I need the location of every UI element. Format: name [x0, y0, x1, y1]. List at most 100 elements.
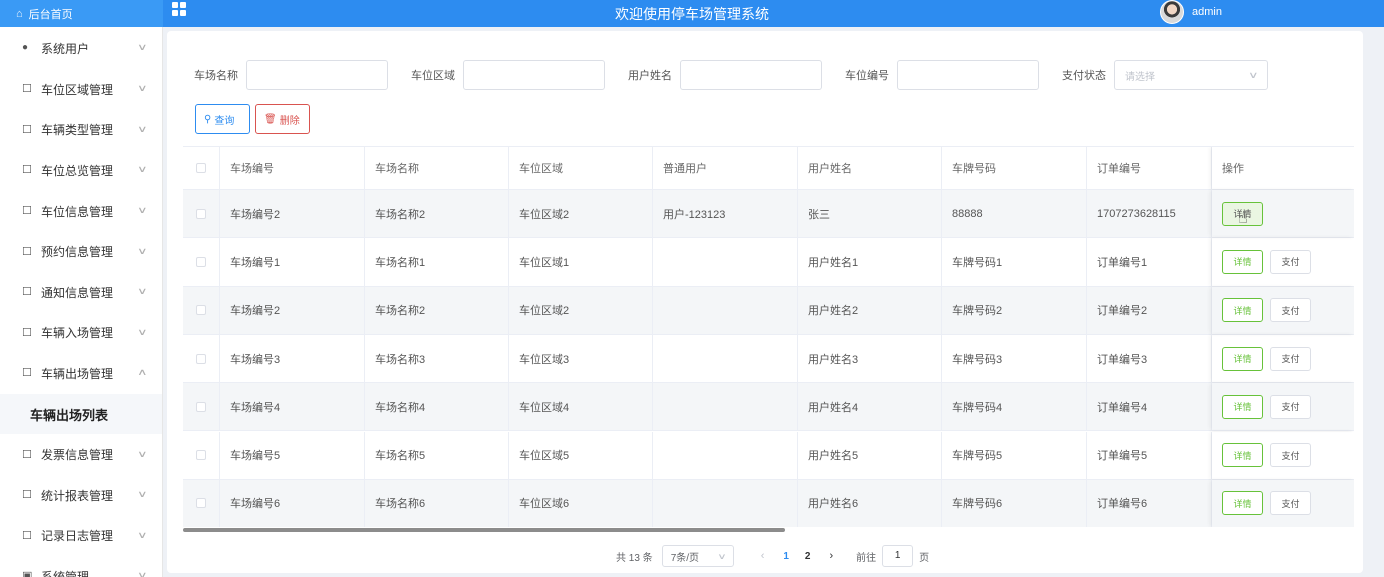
- sidebar-item[interactable]: ● 系统用户 ∨: [0, 27, 162, 69]
- sidebar-item[interactable]: 车辆出场列表: [0, 393, 162, 435]
- row-actions: 详情 支付: [1212, 335, 1354, 382]
- row-actions: 详情 支付: [1212, 383, 1354, 431]
- column-header[interactable]: 车场编号: [220, 147, 365, 189]
- page-number[interactable]: 1: [783, 551, 789, 562]
- menu-toggle-icon[interactable]: [172, 2, 186, 16]
- chevron-down-icon: ∨: [137, 529, 148, 540]
- table-cell: 车场编号4: [220, 383, 365, 431]
- sidebar-item-label: 车位总览管理: [41, 163, 114, 178]
- sidebar-item[interactable]: ☐ 发票信息管理 ∨: [0, 434, 162, 475]
- chevron-down-icon: ∨: [137, 164, 148, 175]
- horizontal-scrollbar[interactable]: [183, 528, 785, 532]
- pay-button[interactable]: 支付: [1270, 298, 1311, 323]
- table-row[interactable]: 车场编号4 车场名称4 车位区域4 用户姓名4 车牌号码4 订单编号4 详情 支付: [183, 383, 1354, 432]
- lot-name-input[interactable]: [246, 60, 388, 90]
- pay-status-select[interactable]: 请选择 ∨: [1114, 60, 1268, 90]
- column-header[interactable]: 用户姓名: [798, 147, 942, 189]
- sidebar-item[interactable]: ☐ 预约信息管理 ∨: [0, 231, 162, 272]
- row-checkbox[interactable]: [196, 498, 206, 509]
- pay-button[interactable]: 支付: [1270, 394, 1311, 419]
- page-scrollbar-track[interactable]: [1364, 31, 1384, 577]
- space-no-input[interactable]: [897, 60, 1039, 90]
- delete-button-label: 删除: [279, 115, 300, 127]
- user-name-input[interactable]: [680, 60, 822, 90]
- detail-button[interactable]: 详情: [1222, 394, 1263, 419]
- page-size-select[interactable]: 7条/页 ∨: [661, 545, 734, 567]
- user-menu[interactable]: admin: [1160, 0, 1222, 24]
- row-actions: 详情 支付: [1212, 286, 1354, 334]
- sidebar-item[interactable]: ☐ 车位总览管理 ∨: [0, 150, 162, 191]
- table-row[interactable]: 车场编号5 车场名称5 车位区域5 用户姓名5 车牌号码5 订单编号5 详情 支付: [183, 431, 1354, 480]
- table-row[interactable]: 车场编号2 车场名称2 车位区域2 用户-123123 张三 88888 170727362…: [183, 190, 1354, 239]
- row-checkbox[interactable]: [196, 401, 206, 412]
- table-cell: 车位区域2: [509, 286, 653, 334]
- sidebar-item[interactable]: ☐ 车位信息管理 ∨: [0, 191, 162, 232]
- row-checkbox[interactable]: [196, 305, 206, 316]
- row-actions: 详情 支付: [1212, 479, 1354, 527]
- next-page-button[interactable]: ›: [829, 550, 833, 562]
- table-cell: 车牌号码4: [942, 383, 1087, 431]
- folder-icon: ☐: [22, 205, 32, 218]
- sidebar-item-label: 车位区域管理: [41, 82, 114, 97]
- table-cell: [653, 479, 798, 527]
- sidebar-item[interactable]: ☐ 车位区域管理 ∨: [0, 69, 162, 110]
- main-panel: 车场名称 车位区域 用户姓名 车位编号 支付状态 请选择 ∨ ⚲ 查询 🗑 删除…: [167, 31, 1363, 573]
- column-header[interactable]: 普通用户: [653, 147, 798, 189]
- page-number[interactable]: 2: [805, 551, 811, 562]
- table-row[interactable]: 车场编号3 车场名称3 车位区域3 用户姓名3 车牌号码3 订单编号3 详情 支付: [183, 334, 1354, 384]
- pay-status-placeholder: 请选择: [1125, 71, 1155, 83]
- column-header[interactable]: 车位区域: [509, 147, 653, 189]
- pay-button[interactable]: 支付: [1270, 443, 1311, 468]
- table-cell: 1707273628115: [1087, 190, 1212, 238]
- sidebar-item[interactable]: ☐ 通知信息管理 ∨: [0, 272, 162, 313]
- table-header: 车场编号 车场名称 车位区域 普通用户 用户姓名 车牌号码 订单编号 操作: [183, 147, 1354, 190]
- row-checkbox[interactable]: [196, 353, 206, 364]
- table-cell: 张三: [798, 190, 942, 238]
- detail-button[interactable]: 详情: [1222, 249, 1263, 274]
- chevron-down-icon: ∨: [137, 570, 148, 577]
- detail-button[interactable]: 详情: [1222, 491, 1263, 516]
- pay-button[interactable]: 支付: [1270, 491, 1311, 516]
- detail-button[interactable]: 详情: [1222, 346, 1263, 371]
- home-link[interactable]: ⌂ 后台首页: [0, 0, 163, 27]
- sidebar-item[interactable]: ☐ 车辆出场管理 ∧: [0, 353, 162, 394]
- search-icon: ⚲: [204, 113, 212, 125]
- goto-page-input[interactable]: 1: [882, 545, 914, 567]
- table-cell: 车牌号码2: [942, 286, 1087, 334]
- detail-button[interactable]: 详情: [1222, 298, 1263, 323]
- table-cell: 车位区域2: [509, 190, 653, 238]
- sidebar-item[interactable]: ☐ 车辆类型管理 ∨: [0, 110, 162, 151]
- table-row[interactable]: 车场编号1 车场名称1 车位区域1 用户姓名1 车牌号码1 订单编号1 详情 支付: [183, 238, 1354, 287]
- pay-button[interactable]: 支付: [1270, 346, 1311, 371]
- delete-button[interactable]: 🗑 删除: [255, 104, 310, 134]
- folder-icon: ☐: [22, 529, 32, 542]
- sidebar-item[interactable]: ☐ 记录日志管理 ∨: [0, 516, 162, 557]
- home-label: 后台首页: [28, 8, 73, 21]
- row-checkbox[interactable]: [196, 256, 206, 267]
- select-all-checkbox[interactable]: [196, 163, 206, 173]
- sidebar-item-label: 记录日志管理: [41, 529, 114, 544]
- table-row[interactable]: 车场编号6 车场名称6 车位区域6 用户姓名6 车牌号码6 订单编号6 详情 支付: [183, 479, 1354, 527]
- table-row[interactable]: 车场编号2 车场名称2 车位区域2 用户姓名2 车牌号码2 订单编号2 详情 支付: [183, 286, 1354, 335]
- select-all-cell: [183, 147, 220, 189]
- sidebar-item[interactable]: ☐ 车辆入场管理 ∨: [0, 313, 162, 354]
- row-checkbox[interactable]: [196, 208, 206, 219]
- row-checkbox[interactable]: [196, 450, 206, 461]
- prev-page-button[interactable]: ‹: [761, 550, 765, 562]
- avatar[interactable]: [1160, 0, 1184, 24]
- pay-button[interactable]: 支付: [1270, 249, 1311, 274]
- search-label-space-no: 车位编号: [845, 70, 889, 82]
- sidebar-item[interactable]: ☐ 统计报表管理 ∨: [0, 475, 162, 516]
- column-header[interactable]: 车牌号码: [942, 147, 1087, 189]
- table-cell: 车位区域4: [509, 383, 653, 431]
- folder-icon: ☐: [22, 123, 32, 136]
- column-header[interactable]: 订单编号: [1087, 147, 1212, 189]
- detail-button[interactable]: 详情: [1222, 443, 1263, 468]
- query-button[interactable]: ⚲ 查询: [195, 104, 250, 134]
- detail-button[interactable]: 详情: [1222, 201, 1263, 226]
- table-cell: 车牌号码1: [942, 238, 1087, 286]
- page-unit-label: 页: [919, 552, 930, 564]
- area-input[interactable]: [463, 60, 605, 90]
- sidebar-item[interactable]: ▣ 系统管理 ∨: [0, 556, 162, 577]
- column-header[interactable]: 车场名称: [365, 147, 509, 189]
